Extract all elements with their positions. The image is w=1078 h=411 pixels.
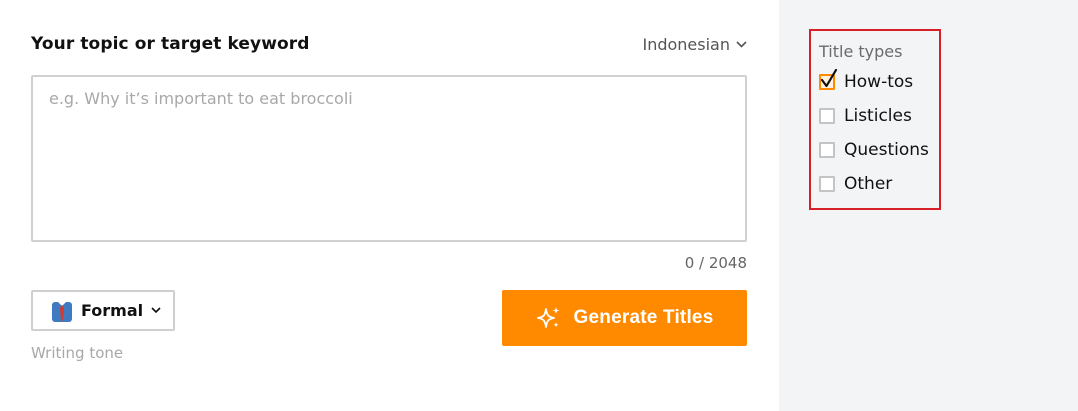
language-value: Indonesian	[642, 35, 730, 54]
main-panel: Your topic or target keyword Indonesian …	[0, 0, 779, 411]
title-types-heading: Title types	[819, 42, 903, 61]
chevron-down-icon	[736, 41, 747, 48]
topic-input[interactable]	[31, 75, 747, 242]
checkbox-how-tos[interactable]: How-tos	[819, 69, 914, 92]
chevron-down-icon	[151, 307, 161, 314]
writing-tone-caption: Writing tone	[31, 344, 124, 362]
checkbox-checked-icon[interactable]	[819, 69, 838, 90]
generate-titles-button[interactable]: Generate Titles	[502, 290, 747, 346]
checkbox-label: How-tos	[844, 72, 914, 92]
checkbox-unchecked-icon[interactable]	[819, 108, 835, 124]
character-counter: 0 / 2048	[684, 254, 747, 272]
writing-tone-value: Formal	[81, 301, 144, 320]
checkbox-unchecked-icon[interactable]	[819, 142, 835, 158]
sparkles-icon	[536, 307, 560, 328]
writing-tone-select[interactable]: Formal	[31, 290, 175, 331]
checkbox-unchecked-icon[interactable]	[819, 176, 835, 192]
checkbox-label: Other	[844, 174, 893, 194]
checkbox-questions[interactable]: Questions	[819, 140, 929, 160]
generate-titles-label: Generate Titles	[573, 307, 714, 328]
language-select[interactable]: Indonesian	[642, 35, 747, 54]
checkbox-label: Listicles	[844, 106, 912, 126]
checkbox-label: Questions	[844, 140, 929, 160]
checkbox-listicles[interactable]: Listicles	[819, 106, 912, 126]
topic-field-label: Your topic or target keyword	[31, 34, 310, 54]
page: Your topic or target keyword Indonesian …	[0, 0, 1078, 411]
checkbox-other[interactable]: Other	[819, 174, 892, 194]
checkmark-icon	[820, 69, 838, 88]
necktie-icon	[52, 301, 72, 322]
